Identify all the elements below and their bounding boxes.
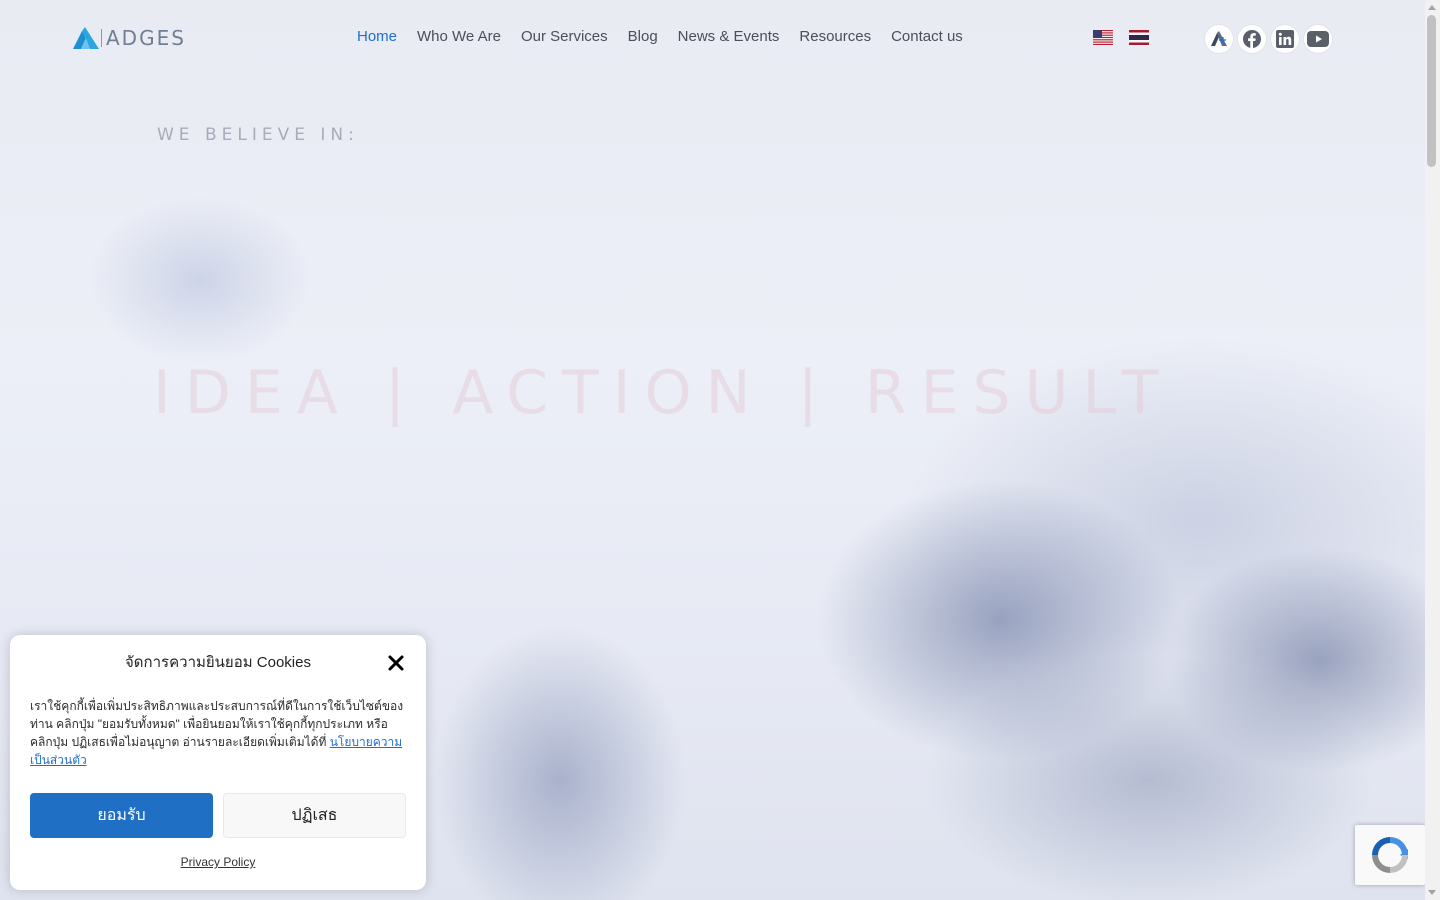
logo-mark-icon [73,27,99,49]
privacy-policy-row: Privacy Policy [10,854,426,870]
cookie-consent-dialog: จัดการความยินยอม Cookies เราใช้คุกกี้เพื… [10,635,426,890]
privacy-policy-link[interactable]: Privacy Policy [181,855,256,869]
page: ADGES Home Who We Are Our Services Blog … [0,0,1440,900]
nav-our-services[interactable]: Our Services [521,27,608,47]
youtube-icon [1307,31,1329,47]
site-header: ADGES Home Who We Are Our Services Blog … [0,0,1425,76]
adges-logo[interactable]: ADGES [73,26,186,50]
nav-news-events[interactable]: News & Events [678,27,780,47]
linkedin-button[interactable] [1271,25,1299,53]
logo-divider [101,29,102,47]
thai-flag-icon[interactable] [1129,30,1149,45]
social-links [1205,25,1332,53]
youtube-button[interactable] [1304,25,1332,53]
us-flag-icon[interactable] [1093,30,1113,45]
nav-blog[interactable]: Blog [628,27,658,47]
nav-who-we-are[interactable]: Who We Are [417,27,501,47]
main-nav: Home Who We Are Our Services Blog News &… [357,27,983,47]
recaptcha-icon [1372,837,1408,873]
nav-resources[interactable]: Resources [799,27,871,47]
nav-contact-us[interactable]: Contact us [891,27,963,47]
recaptcha-badge[interactable] [1355,825,1425,885]
hero-tagline: IDEA | ACTION | RESULT [153,358,1173,428]
cookie-dialog-title: จัดการความยินยอม Cookies [125,654,311,671]
language-switcher [1093,30,1149,45]
adges-social-button[interactable] [1205,25,1233,53]
close-icon[interactable] [386,653,406,673]
hero-kicker: WE BELIEVE IN: [157,125,359,145]
facebook-button[interactable] [1238,25,1266,53]
scroll-thumb[interactable] [1427,15,1436,167]
nav-home[interactable]: Home [357,27,397,47]
scroll-down-arrow-icon[interactable] [1428,890,1436,895]
logo-text: ADGES [106,26,186,50]
linkedin-icon [1276,30,1294,48]
facebook-icon [1243,30,1261,49]
deny-cookies-button[interactable]: ปฏิเสธ [223,793,406,838]
accept-cookies-button[interactable]: ยอมรับ [30,793,213,838]
adges-icon [1211,31,1227,46]
scroll-up-arrow-icon[interactable] [1428,5,1436,10]
page-scrollbar[interactable] [1425,0,1440,900]
cookie-dialog-body: เราใช้คุกกี้เพื่อเพิ่มประสิทธิภาพและประส… [30,697,408,769]
